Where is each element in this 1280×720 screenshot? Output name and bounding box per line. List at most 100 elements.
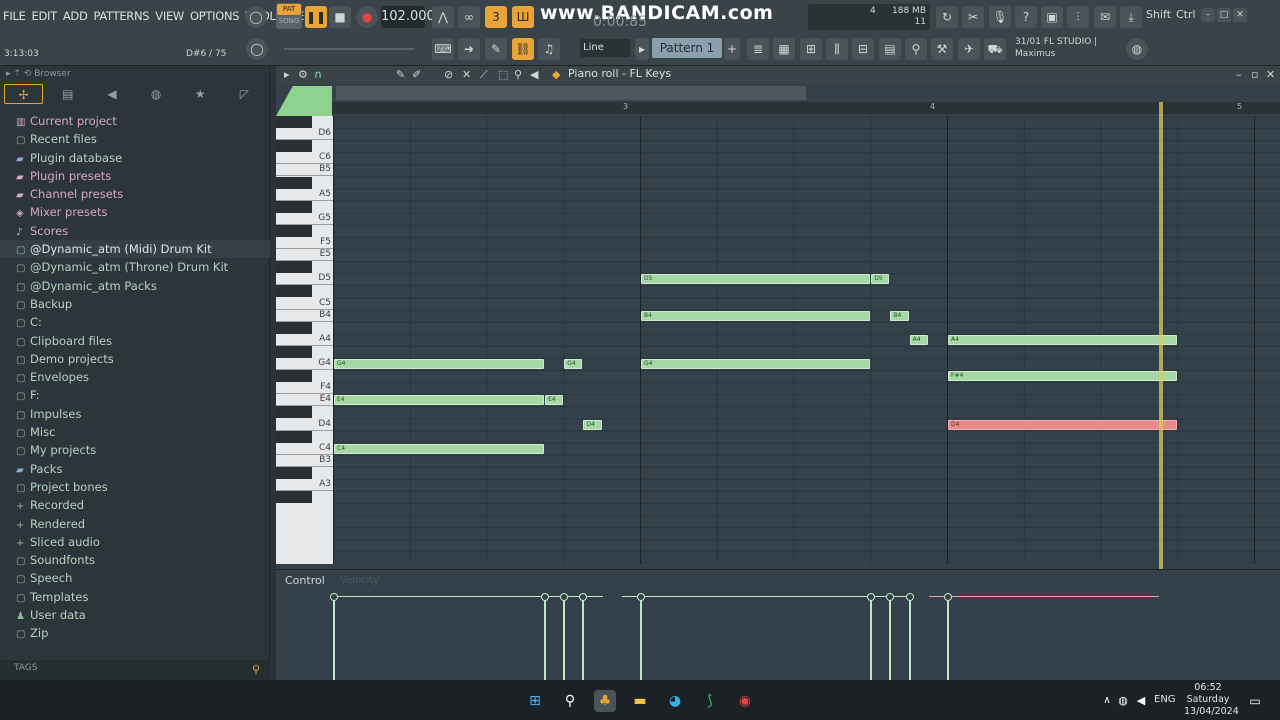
note[interactable]: C4 xyxy=(334,443,545,454)
pattern-selector[interactable]: Pattern 1 xyxy=(652,38,722,58)
download-icon[interactable]: ⤓ xyxy=(1120,6,1142,28)
pitch-knob[interactable]: ◯ xyxy=(246,38,268,60)
browser-item[interactable]: ▢ Speech xyxy=(0,569,270,587)
piano-key-label[interactable]: D4 xyxy=(276,417,333,431)
language-indicator[interactable]: ENG xyxy=(1154,694,1176,705)
browser-item[interactable]: + Sliced audio xyxy=(0,533,270,551)
piano-key-label[interactable]: B3 xyxy=(276,453,333,467)
link-icon[interactable]: ⛓ xyxy=(512,38,534,60)
paint-icon[interactable]: ✐ xyxy=(412,68,421,81)
pattern-prev-icon[interactable]: ▸ xyxy=(635,38,649,60)
note[interactable]: G4 xyxy=(641,359,871,369)
velocity-bar[interactable] xyxy=(579,593,588,680)
browser-item[interactable]: ▢ F: xyxy=(0,386,270,404)
browser-item[interactable]: ▢ Envelopes xyxy=(0,368,270,386)
piano-key-label[interactable]: B4 xyxy=(276,308,333,322)
browser-item[interactable]: ♟ User data xyxy=(0,606,270,624)
pr-close-icon[interactable]: ✕ xyxy=(1266,68,1275,81)
event-editor[interactable]: Control Velocity xyxy=(276,569,1280,680)
browser-item[interactable]: ▰ Channel presets xyxy=(0,185,270,203)
menu-edit[interactable]: EDIT xyxy=(28,4,59,28)
browser-item[interactable]: ▢ Project bones xyxy=(0,478,270,496)
browser-icon[interactable]: ▤ xyxy=(879,38,901,60)
plugin-icon[interactable]: ⚲ xyxy=(905,38,927,60)
browser-item[interactable]: ♪ Scores xyxy=(0,222,270,240)
velocity-bar[interactable] xyxy=(867,593,876,680)
countdown-icon[interactable]: 3 xyxy=(485,6,507,28)
piano-key-label[interactable]: B5 xyxy=(276,162,333,177)
tab-sounds[interactable]: ◀ xyxy=(92,84,131,104)
loop-record-icon[interactable]: Ш xyxy=(512,6,534,28)
note[interactable]: D4 xyxy=(583,419,602,430)
browser-item[interactable]: ◈ Mixer presets xyxy=(0,203,270,221)
control-label[interactable]: Control xyxy=(285,574,325,587)
arrow-icon[interactable]: ➜ xyxy=(458,38,480,60)
menu-arrow-icon[interactable]: ▸ xyxy=(284,68,290,81)
mute-icon[interactable]: ✕ xyxy=(462,68,471,81)
file-explorer-icon[interactable]: ▬ xyxy=(629,690,651,712)
browser-item[interactable]: + Rendered xyxy=(0,515,270,533)
piano-black-key[interactable] xyxy=(276,491,312,504)
note[interactable]: F#4 xyxy=(948,371,1178,382)
velocity-bar[interactable] xyxy=(541,593,550,680)
mixer-icon[interactable]: ⫶ xyxy=(1067,6,1089,28)
timeline-ruler[interactable]: 3 4 5 xyxy=(332,102,1280,114)
refresh-icon[interactable]: ↻ xyxy=(936,6,958,28)
note[interactable]: B4 xyxy=(890,310,909,321)
overview-scrollbar[interactable] xyxy=(336,86,806,100)
browser-item[interactable]: ▢ @Dynamic_atm Packs xyxy=(0,277,270,295)
browser-item[interactable]: ▢ Demo projects xyxy=(0,350,270,368)
close-icon[interactable]: ✕ xyxy=(1233,8,1247,22)
speaker-icon[interactable]: ◀ xyxy=(530,68,538,81)
velocity-bar[interactable] xyxy=(905,593,914,680)
system-clock[interactable]: 06:52 Saturday 13/04/2024 xyxy=(1184,682,1239,718)
note[interactable]: D5 xyxy=(641,274,871,285)
browser-item[interactable]: ▢ Soundfonts xyxy=(0,551,270,569)
velocity-bar[interactable] xyxy=(560,593,569,680)
piano-key-label[interactable]: A4 xyxy=(276,332,333,346)
edge-browser-icon[interactable]: ◕ xyxy=(664,690,686,712)
note[interactable]: D5 xyxy=(871,274,890,285)
browser-item[interactable]: ▢ My projects xyxy=(0,441,270,459)
note[interactable]: A4 xyxy=(909,334,928,345)
tab-favorites[interactable]: ★ xyxy=(181,84,220,104)
pause-button[interactable]: ❚❚ xyxy=(305,6,327,28)
metronome-icon[interactable]: ⋀ xyxy=(432,6,454,28)
note[interactable]: A4 xyxy=(948,334,1178,345)
mixer-view-icon[interactable]: ⫼ xyxy=(826,38,848,60)
stamp-tool-icon[interactable] xyxy=(276,86,332,116)
tab-files[interactable]: ▤ xyxy=(48,84,87,104)
video-icon[interactable]: ✈ xyxy=(958,38,980,60)
microphone-icon[interactable]: 🎙 xyxy=(989,6,1011,28)
piano-key-label[interactable]: G4 xyxy=(276,356,333,371)
piano-keyboard[interactable]: D6 C6 B5 A5 G5 F5 E5 D5 C5 B4 A4 G4 F4 E4 D4 C4 B3 A3 xyxy=(276,116,333,564)
note[interactable]: G4 xyxy=(564,359,583,369)
browser-item[interactable]: + Recorded xyxy=(0,496,270,514)
pat-song-toggle[interactable]: PAT SONG xyxy=(276,3,302,29)
app-icon[interactable]: ⟆ xyxy=(699,690,721,712)
tool-icon[interactable]: ⚙ xyxy=(298,68,308,81)
browser-item[interactable]: ▢ Clipboard files xyxy=(0,332,270,350)
browser-item[interactable]: ▥ Current project xyxy=(0,112,270,130)
pr-maximize-icon[interactable]: ▫ xyxy=(1251,68,1258,81)
browser-item[interactable]: ▢ Misc xyxy=(0,423,270,441)
browser-item[interactable]: ▢ Templates xyxy=(0,588,270,606)
shop-icon[interactable]: ⛟ xyxy=(984,38,1006,60)
add-pattern-icon[interactable]: + xyxy=(724,38,740,60)
browser-item[interactable]: ▢ C: xyxy=(0,313,270,331)
piano-key-label[interactable]: A5 xyxy=(276,187,333,201)
fl-studio-icon[interactable]: ♣ xyxy=(594,690,616,712)
note[interactable]: E4 xyxy=(545,395,564,406)
slice-icon[interactable]: ⟋ xyxy=(480,68,488,82)
browser-item[interactable]: ▢ @Dynamic_atm (Throne) Drum Kit xyxy=(0,258,270,276)
master-volume-knob[interactable]: ◯ xyxy=(245,6,267,28)
zoom-icon[interactable]: ⚲ xyxy=(514,68,522,81)
draw-icon[interactable]: ✎ xyxy=(485,38,507,60)
ctrl-key-indicator[interactable]: Ctrl xyxy=(1176,8,1196,21)
magnet-icon[interactable]: ∩ xyxy=(314,68,322,81)
tags-bar[interactable]: TAGS ⚲ xyxy=(0,660,270,680)
browser-item[interactable]: ▰ Plugin database xyxy=(0,149,270,167)
playlist-icon[interactable]: ≣ xyxy=(747,38,769,60)
globe-icon[interactable]: ◍ xyxy=(1126,38,1148,60)
search-icon[interactable]: ⚲ xyxy=(559,690,581,712)
